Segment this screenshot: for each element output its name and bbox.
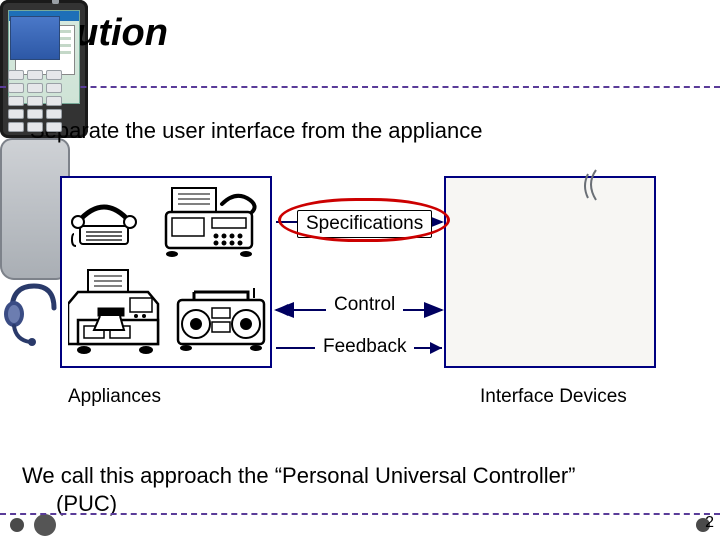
telephone-icon xyxy=(70,182,140,254)
page-number: 2 xyxy=(705,514,714,532)
conclusion-text: We call this approach the “Personal Univ… xyxy=(22,462,702,517)
headset-icon xyxy=(0,280,60,348)
specifications-label: Specifications xyxy=(297,210,432,238)
copier-icon xyxy=(68,268,164,362)
slide-subtitle: Separate the user interface from the app… xyxy=(30,118,483,144)
interface-devices-box xyxy=(444,176,656,368)
divider-top xyxy=(0,86,720,88)
fax-machine-icon xyxy=(158,182,264,264)
control-label: Control xyxy=(326,292,403,318)
feedback-label: Feedback xyxy=(315,334,414,360)
interface-devices-caption: Interface Devices xyxy=(480,386,627,408)
conclusion-line-1: We call this approach the “Personal Univ… xyxy=(22,462,702,490)
appliances-caption: Appliances xyxy=(68,386,161,408)
divider-bottom xyxy=(0,513,720,515)
stereo-icon xyxy=(174,288,268,354)
